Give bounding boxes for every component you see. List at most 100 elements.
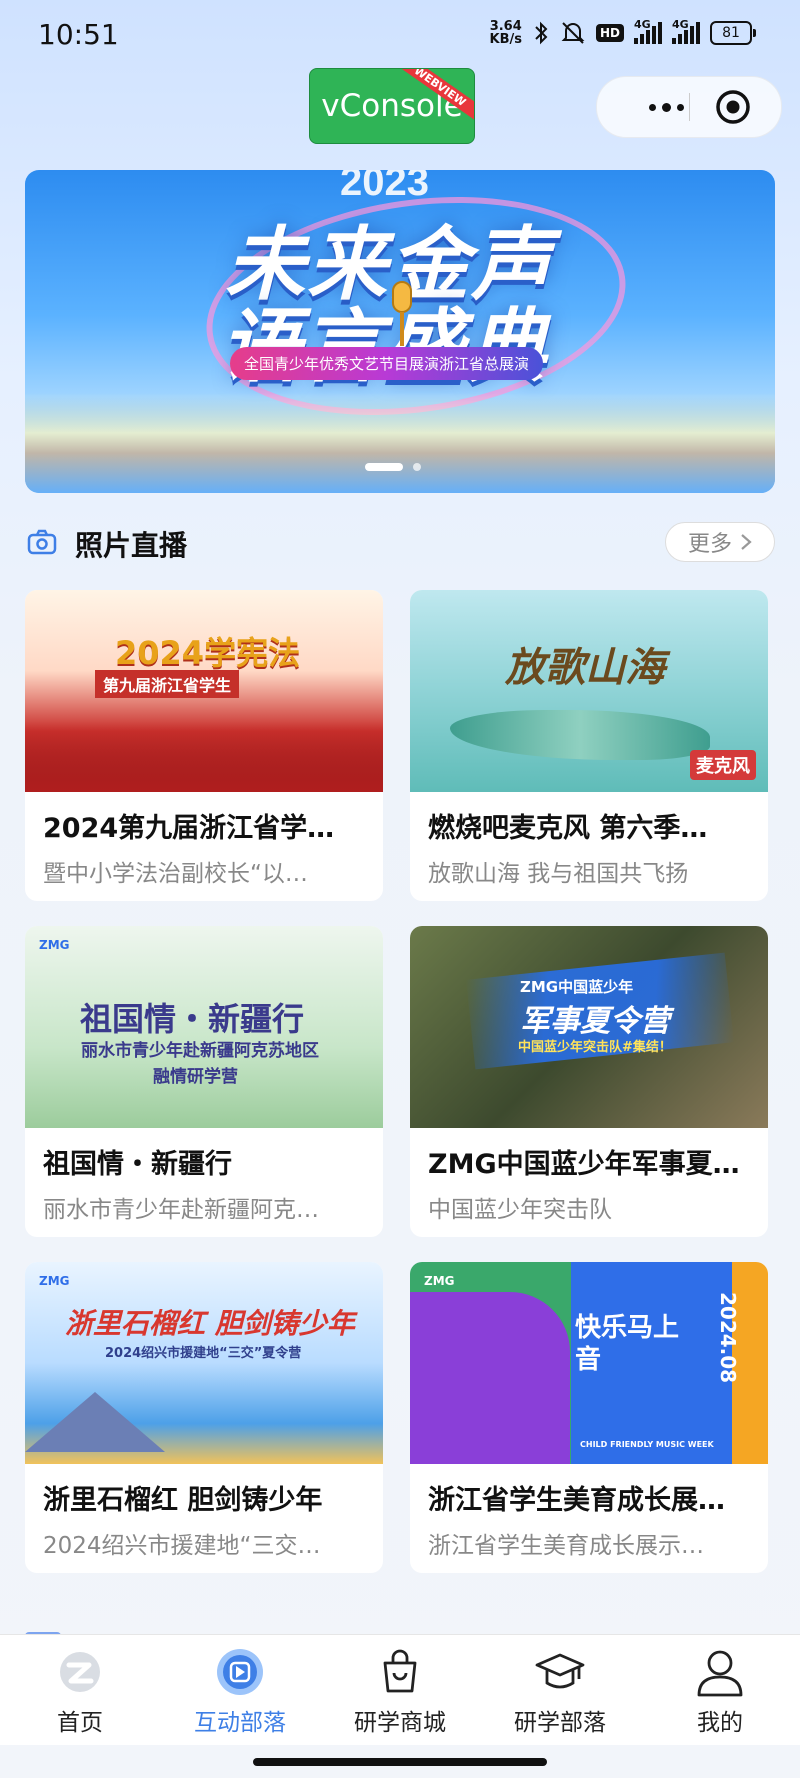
thumb-line1: 放歌山海 — [505, 644, 665, 691]
carousel-dot-active — [365, 463, 403, 471]
photo-card-subtitle: 中国蓝少年突击队 — [428, 1197, 612, 1223]
more-button[interactable]: 更多 — [665, 522, 775, 562]
photo-card-thumbnail: ZMG 祖国情・新疆行 丽水市青少年赴新疆阿克苏地区 融情研学营 — [25, 926, 383, 1128]
scroll-fade — [0, 1590, 800, 1638]
thumb-line2: 第九届浙江省学生 — [95, 670, 240, 698]
thumb-brand: ZMG — [424, 1274, 455, 1288]
photo-card-title: 祖国情・新疆行 — [43, 1149, 232, 1180]
thumb-line1: 军事夏令营 — [520, 1004, 670, 1039]
carousel-dot — [413, 463, 421, 471]
thumb-mountain — [25, 1392, 165, 1452]
carousel-indicator — [365, 463, 421, 471]
tab-study-tribe[interactable]: 研学部落 — [480, 1635, 640, 1745]
thumb-line2: 麦克风 — [690, 750, 756, 780]
photo-card[interactable]: ZMG 快乐马上音 2024.08 CHILD FRIENDLY MUSIC W… — [410, 1262, 768, 1573]
thumb-line2: 2024.08 — [716, 1292, 740, 1384]
tab-label: 我的 — [697, 1710, 743, 1736]
thumb-line3: CHILD FRIENDLY MUSIC WEEK — [580, 1440, 714, 1449]
network-speed: 3.64 KB/s — [490, 20, 522, 46]
thumb-line2: 2024绍兴市援建地“三交”夏令营 — [105, 1346, 302, 1361]
tab-label: 研学商城 — [354, 1710, 446, 1736]
photo-card[interactable]: 2024学宪法 第九届浙江省学生 2024第九届浙江省学… 暨中小学法治副校长“… — [25, 590, 383, 901]
tab-label: 互动部落 — [194, 1710, 286, 1736]
banner-title-line2: 语言盛典 — [220, 282, 548, 398]
hd-badge: HD — [595, 24, 624, 42]
dot-icon — [676, 103, 684, 111]
thumb-red-flag — [25, 722, 383, 792]
photo-live-section-header: 照片直播 更多 — [25, 520, 775, 566]
thumb-line2: 丽水市青少年赴新疆阿克苏地区 — [81, 1041, 319, 1061]
thumb-line3: 融情研学营 — [153, 1067, 238, 1087]
tab-home[interactable]: 首页 — [0, 1635, 160, 1745]
camera-icon — [27, 529, 57, 555]
status-bar: 10:51 3.64 KB/s HD 4G 4G 81 — [0, 0, 800, 70]
play-circle-icon — [217, 1649, 263, 1695]
battery-level: 81 — [722, 25, 740, 41]
thumb-brand: ZMG — [39, 1274, 70, 1288]
photo-card-thumbnail: ZMG中国蓝少年 军事夏令营 中国蓝少年突击队#集结！ — [410, 926, 768, 1128]
thumb-line1: 2024学宪法 — [115, 634, 301, 672]
photo-card-subtitle: 浙江省学生美育成长展示… — [428, 1533, 704, 1559]
more-menu-button[interactable] — [623, 85, 709, 129]
thumb-purple-panel — [410, 1292, 570, 1464]
photo-card-thumbnail: ZMG 快乐马上音 2024.08 CHILD FRIENDLY MUSIC W… — [410, 1262, 768, 1464]
home-indicator[interactable] — [253, 1758, 547, 1766]
photo-card-thumbnail: 2024学宪法 第九届浙江省学生 — [25, 590, 383, 792]
thumb-line1: 快乐马上音 — [575, 1313, 680, 1375]
banner-subtitle: 全国青少年优秀文艺节目展演浙江省总展演 — [230, 347, 544, 380]
status-time: 10:51 — [38, 18, 119, 51]
signal-strength-1: 4G — [634, 18, 662, 44]
hero-banner[interactable]: 2023 未来金声 语言盛典 全国青少年优秀文艺节目展演浙江省总展演 — [25, 170, 775, 493]
thumb-line2: 中国蓝少年突击队#集结！ — [518, 1040, 672, 1055]
photo-card-thumbnail: ZMG 浙里石榴红 胆剑铸少年 2024绍兴市援建地“三交”夏令营 — [25, 1262, 383, 1464]
bottom-tab-bar: 首页 互动部落 研学商城 研学部落 我的 — [0, 1634, 800, 1745]
photo-card-title: 浙江省学生美育成长展… — [428, 1485, 725, 1516]
shopping-bag-icon — [383, 1649, 417, 1693]
microphone-icon — [392, 281, 412, 346]
network-type-1: 4G — [634, 18, 651, 31]
tab-mine[interactable]: 我的 — [640, 1635, 800, 1745]
status-indicators: 3.64 KB/s HD 4G 4G 81 — [490, 18, 756, 46]
more-label: 更多 — [687, 532, 732, 557]
banner-stage-lights — [25, 393, 775, 493]
signal-strength-2: 4G — [672, 18, 700, 44]
home-logo-icon — [60, 1652, 100, 1692]
thumb-line1: 祖国情・新疆行 — [80, 1000, 305, 1038]
bluetooth-icon — [535, 21, 548, 45]
chevron-right-icon — [741, 534, 752, 550]
network-type-2: 4G — [672, 18, 689, 31]
photo-card-subtitle: 2024绍兴市援建地“三交… — [43, 1533, 321, 1559]
photo-card[interactable]: ZMG 浙里石榴红 胆剑铸少年 2024绍兴市援建地“三交”夏令营 浙里石榴红 … — [25, 1262, 383, 1573]
photo-card-title: 浙里石榴红 胆剑铸少年 — [43, 1485, 323, 1516]
capsule-divider — [689, 93, 690, 121]
dot-icon — [648, 103, 656, 111]
photo-card-subtitle: 放歌山海 我与祖国共飞扬 — [428, 861, 689, 887]
vconsole-button[interactable]: vConsole WEBVIEW — [309, 68, 475, 144]
close-target-icon[interactable] — [715, 89, 751, 125]
miniprogram-capsule — [596, 76, 782, 138]
tab-label: 研学部落 — [514, 1710, 606, 1736]
user-icon — [697, 1650, 743, 1697]
photo-card-subtitle: 暨中小学法治副校长“以… — [43, 861, 308, 887]
thumb-brand: ZMG中国蓝少年 — [520, 978, 634, 996]
thumb-mountains — [450, 710, 710, 760]
tab-interactive-tribe[interactable]: 互动部落 — [160, 1635, 320, 1745]
photo-card-subtitle: 丽水市青少年赴新疆阿克… — [43, 1197, 319, 1223]
photo-card[interactable]: ZMG中国蓝少年 军事夏令营 中国蓝少年突击队#集结！ ZMG中国蓝少年军事夏…… — [410, 926, 768, 1237]
network-speed-unit: KB/s — [489, 32, 522, 47]
section-title: 照片直播 — [75, 529, 188, 562]
mute-bell-icon — [561, 22, 585, 44]
tab-study-mall[interactable]: 研学商城 — [320, 1635, 480, 1745]
thumb-line1: 浙里石榴红 胆剑铸少年 — [65, 1307, 355, 1340]
dot-icon — [661, 102, 671, 112]
photo-card-title: 燃烧吧麦克风 第六季… — [428, 813, 708, 844]
photo-card-title: 2024第九届浙江省学… — [43, 813, 335, 844]
battery-indicator: 81 — [710, 21, 756, 45]
photo-card[interactable]: ZMG 祖国情・新疆行 丽水市青少年赴新疆阿克苏地区 融情研学营 祖国情・新疆行… — [25, 926, 383, 1237]
photo-card[interactable]: 放歌山海 麦克风 燃烧吧麦克风 第六季… 放歌山海 我与祖国共飞扬 — [410, 590, 768, 901]
thumb-brand: ZMG — [39, 938, 70, 952]
graduation-cap-icon — [535, 1653, 585, 1689]
photo-card-thumbnail: 放歌山海 麦克风 — [410, 590, 768, 792]
photo-card-title: ZMG中国蓝少年军事夏… — [428, 1149, 740, 1180]
tab-label: 首页 — [57, 1710, 103, 1736]
